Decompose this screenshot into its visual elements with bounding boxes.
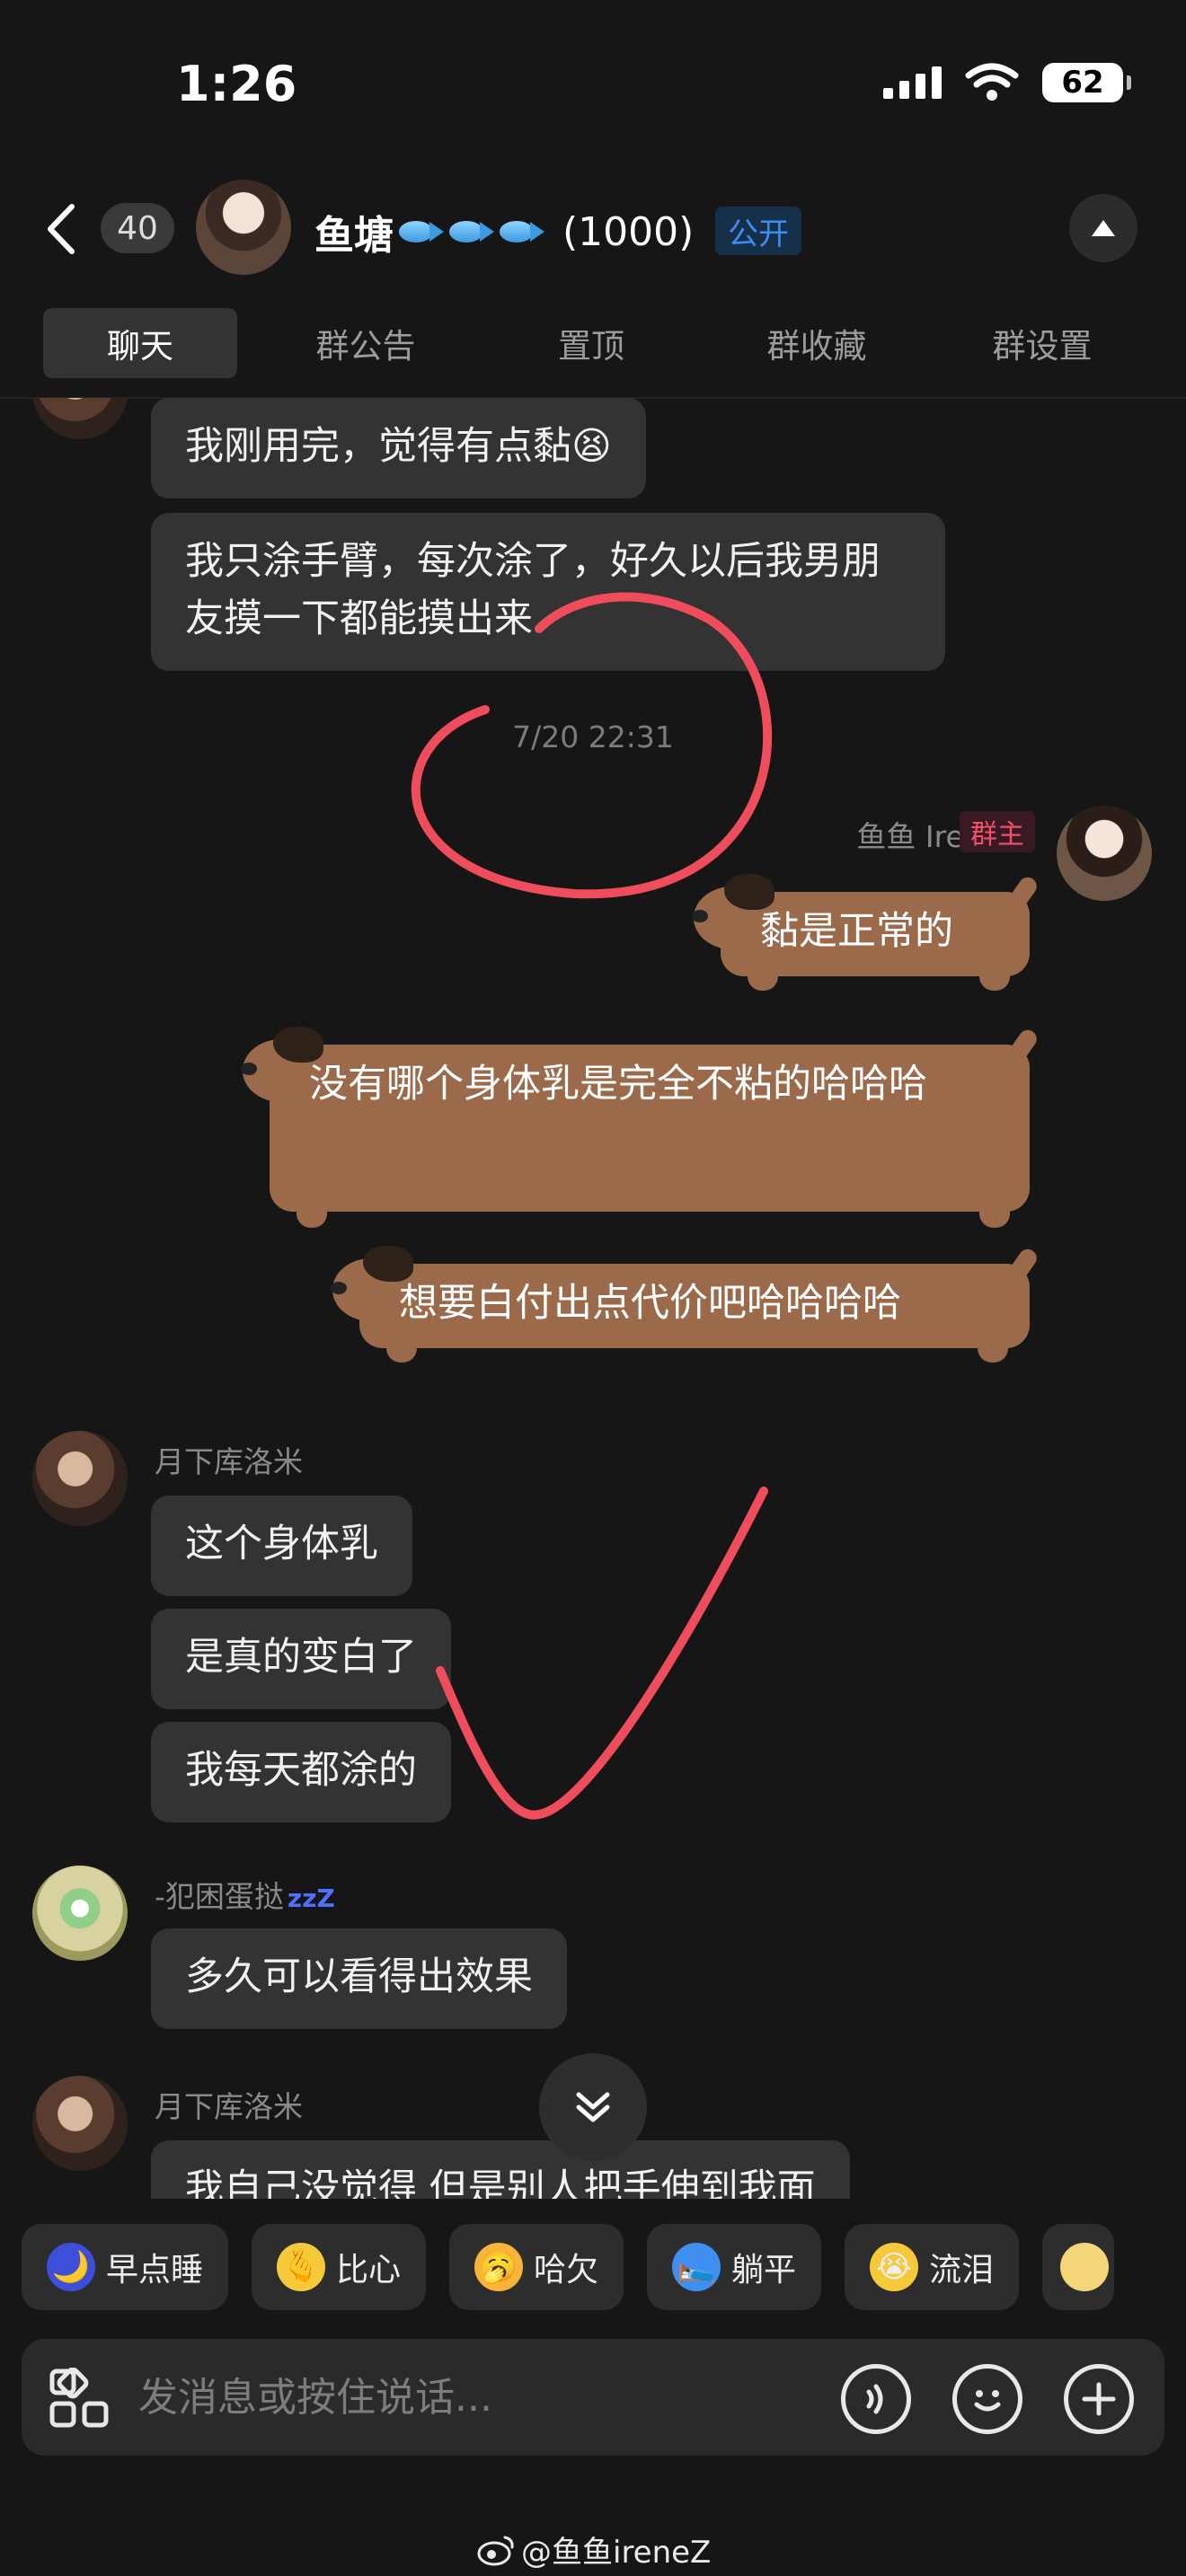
apps-grid-icon[interactable] <box>49 2368 110 2429</box>
reaction-chip-heart[interactable]: 🫰 比心 <box>252 2224 427 2310</box>
reaction-label: 躺平 <box>731 2252 797 2289</box>
plus-icon <box>1082 2382 1116 2416</box>
message-bubble[interactable]: 我自己没觉得 但是别人把手伸到我面 <box>151 2140 850 2199</box>
scroll-to-bottom-button[interactable] <box>539 2053 647 2161</box>
tab-bar: 聊天 群公告 置顶 群收藏 群设置 <box>0 305 1186 381</box>
battery-icon: 62 <box>1042 63 1131 102</box>
sleep-icon: zzZ <box>287 1883 335 1913</box>
emoji-button[interactable] <box>952 2364 1022 2434</box>
cellular-signal-icon <box>883 66 942 99</box>
reaction-chip-yawn[interactable]: 🥱 哈欠 <box>449 2224 624 2310</box>
message-timestamp: 7/20 22:31 <box>512 719 674 754</box>
message-bubble[interactable]: 这个身体乳 <box>151 1495 412 1596</box>
reaction-chip-more[interactable] <box>1042 2224 1115 2310</box>
avatar[interactable] <box>32 2076 128 2171</box>
message-bubble[interactable]: 是真的变白了 <box>151 1609 451 1709</box>
message-bubble[interactable]: 我刚用完，觉得有点黏😫 <box>151 398 646 498</box>
avatar[interactable] <box>32 1866 128 1961</box>
message-text: 想要白付出点代价吧哈哈哈哈 <box>399 1281 901 1326</box>
message-text: 黏是正常的 <box>760 909 953 954</box>
message-text: 没有哪个身体乳是完全不粘的哈哈哈 <box>309 1062 927 1107</box>
visibility-badge: 公开 <box>715 207 801 255</box>
reaction-label: 比心 <box>336 2252 402 2289</box>
avatar[interactable] <box>32 1431 128 1526</box>
message-bubble[interactable]: 黏是正常的 <box>692 873 1040 991</box>
message-bubble[interactable]: 多久可以看得出效果 <box>151 1928 567 2029</box>
unread-count-badge[interactable]: 40 <box>101 203 174 253</box>
back-button[interactable] <box>36 198 90 260</box>
group-title[interactable]: 鱼塘 (1000) <box>314 203 694 260</box>
tab-group-settings[interactable]: 群设置 <box>945 308 1139 378</box>
triangle-up-icon <box>1092 220 1115 236</box>
add-button[interactable] <box>1064 2364 1134 2434</box>
moon-icon: 🌙 <box>47 2243 95 2291</box>
message-input[interactable] <box>138 2366 821 2429</box>
quick-reaction-bar: 🌙 早点睡 🫰 比心 🥱 哈欠 🛌 躺平 😭 流泪 <box>22 2224 1115 2314</box>
fish-icon <box>399 218 444 245</box>
message-bubble[interactable]: 想要白付出点代价吧哈哈哈哈 <box>331 1245 1040 1363</box>
reaction-label: 哈欠 <box>534 2252 599 2289</box>
tab-pinned[interactable]: 置顶 <box>494 308 688 378</box>
voice-button[interactable] <box>841 2364 911 2434</box>
double-chevron-down-icon <box>576 2092 610 2122</box>
sender-name: -犯困蛋挞 zzZ <box>155 1873 335 1916</box>
status-bar: 1:26 62 <box>0 0 1186 171</box>
message-bubble[interactable]: 我每天都涂的 <box>151 1722 451 1822</box>
collapse-button[interactable] <box>1069 194 1137 262</box>
reaction-label: 早点睡 <box>106 2252 204 2289</box>
chat-header: 40 鱼塘 (1000) 公开 <box>0 171 1186 287</box>
reaction-chip-lie-flat[interactable]: 🛌 躺平 <box>647 2224 822 2310</box>
owner-badge: 群主 <box>960 811 1035 852</box>
fish-icon <box>500 218 544 245</box>
status-icons: 62 <box>883 63 1131 102</box>
group-avatar[interactable] <box>196 180 291 275</box>
smiley-icon <box>974 2390 1001 2412</box>
message-input-bar <box>22 2339 1164 2456</box>
sender-name: 月下库洛米 <box>155 1444 303 1479</box>
tab-announcement[interactable]: 群公告 <box>237 308 494 378</box>
sender-name: 月下库洛米 <box>155 2089 303 2124</box>
lie-flat-icon: 🛌 <box>672 2243 721 2291</box>
watermark-text: @鱼鱼ireneZ <box>521 2535 712 2571</box>
avatar[interactable] <box>32 398 128 439</box>
tab-favorites[interactable]: 群收藏 <box>688 308 945 378</box>
message-bubble[interactable]: 我只涂手臂，每次涂了，好久以后我男朋友摸一下都能摸出来 <box>151 513 945 671</box>
crying-icon: 😭 <box>870 2243 919 2291</box>
message-bubble[interactable]: 没有哪个身体乳是完全不粘的哈哈哈 <box>241 1026 1040 1228</box>
group-name: 鱼塘 <box>314 213 394 259</box>
avatar[interactable] <box>1057 806 1152 901</box>
weibo-icon <box>477 2536 514 2565</box>
wifi-icon <box>965 63 1019 101</box>
sender-name-text: -犯困蛋挞 <box>155 1879 284 1914</box>
member-count: (1000) <box>562 208 695 255</box>
message-list[interactable]: 我刚用完，觉得有点黏😫 我只涂手臂，每次涂了，好久以后我男朋友摸一下都能摸出来 … <box>0 398 1186 2199</box>
reaction-label: 流泪 <box>929 2252 995 2289</box>
emoji-icon <box>1060 2243 1110 2291</box>
reaction-chip-cry[interactable]: 😭 流泪 <box>845 2224 1020 2310</box>
fish-icon <box>449 218 494 245</box>
yawn-icon: 🥱 <box>474 2243 524 2291</box>
finger-heart-icon: 🫰 <box>277 2243 326 2291</box>
clock: 1:26 <box>176 56 297 112</box>
chevron-left-icon <box>48 204 75 254</box>
watermark: @鱼鱼ireneZ <box>476 2527 711 2572</box>
voice-wave-icon <box>866 2384 883 2414</box>
reaction-chip-sleep[interactable]: 🌙 早点睡 <box>22 2224 229 2310</box>
tab-chat[interactable]: 聊天 <box>43 308 237 378</box>
